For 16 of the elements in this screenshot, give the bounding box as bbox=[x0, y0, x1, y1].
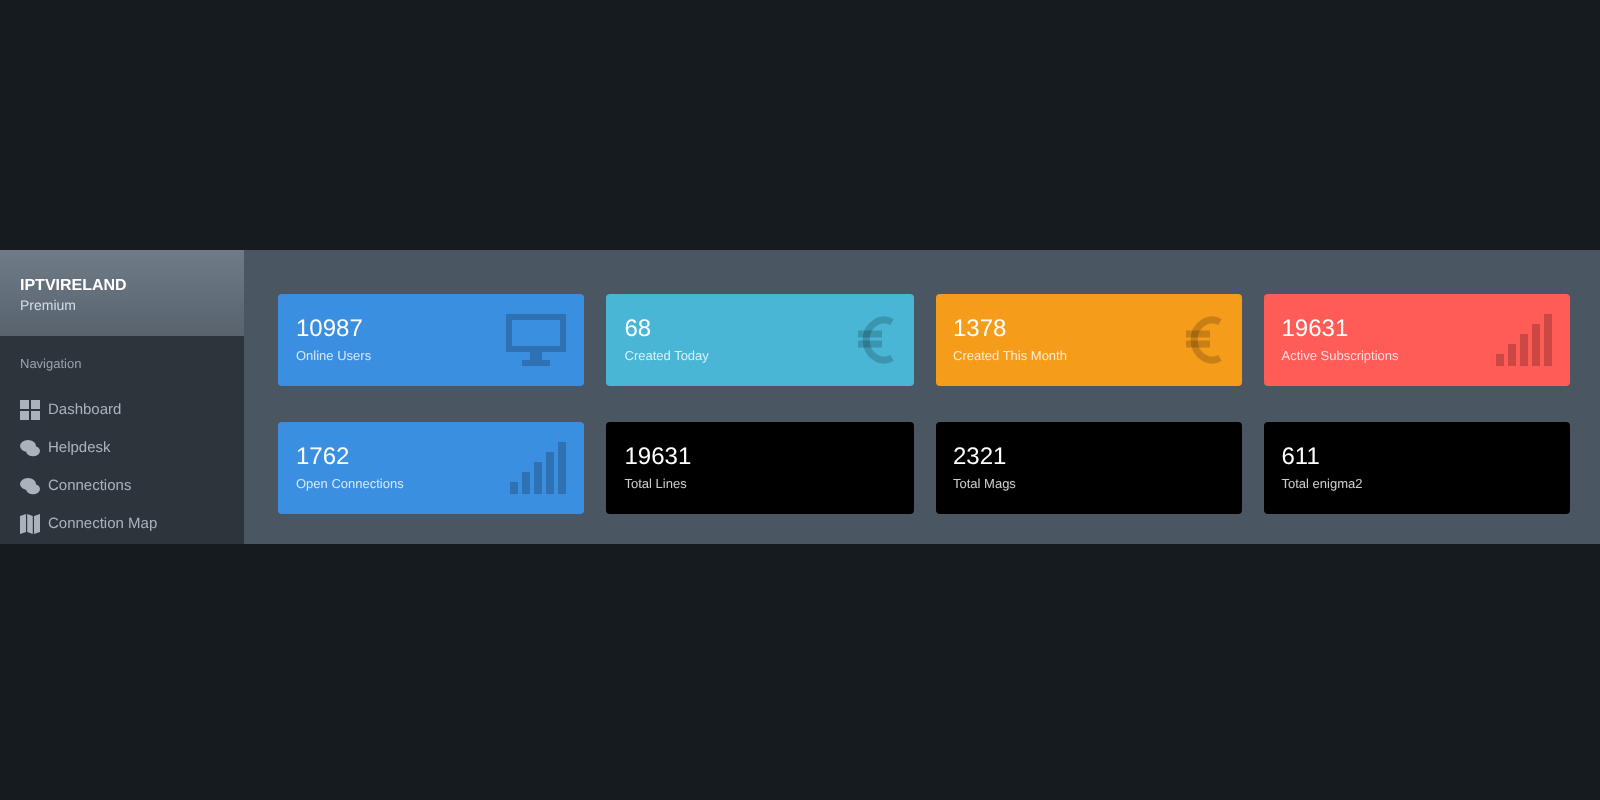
stat-value: 2321 bbox=[953, 442, 1009, 470]
signal-bars-icon bbox=[1496, 314, 1552, 366]
euro-icon bbox=[855, 314, 895, 366]
stat-value: 10987 bbox=[296, 314, 365, 342]
euro-icon bbox=[1183, 314, 1224, 366]
stat-value: 611 bbox=[1281, 442, 1322, 470]
stat-value: 19631 bbox=[624, 442, 692, 470]
stat-value: 68 bbox=[624, 314, 654, 342]
signal-bars-icon bbox=[510, 442, 567, 494]
stat-value: 1378 bbox=[953, 314, 1009, 342]
stat-value: 19631 bbox=[1281, 314, 1351, 342]
grid-icon bbox=[20, 399, 40, 419]
map-icon bbox=[20, 513, 40, 533]
stat-value: 1762 bbox=[296, 442, 352, 470]
monitor-icon bbox=[506, 314, 567, 366]
brand-name: IPTVIRELAND bbox=[20, 276, 129, 296]
